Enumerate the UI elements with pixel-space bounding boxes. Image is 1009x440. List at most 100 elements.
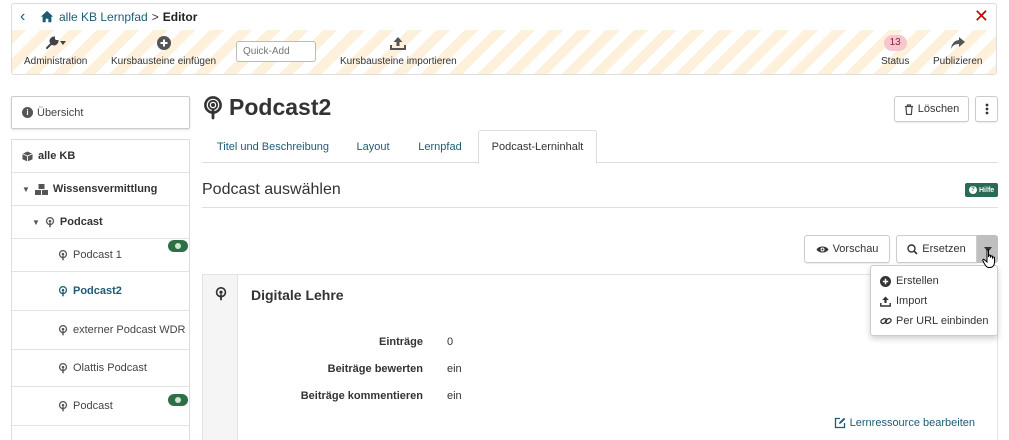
caret-down-icon[interactable]: ▼ bbox=[32, 218, 40, 227]
rate-posts-label: Beiträge bewerten bbox=[327, 363, 423, 375]
replace-dropdown-menu: Erstellen Import Per URL einbinden bbox=[870, 265, 998, 336]
tab-layout[interactable]: Layout bbox=[344, 130, 402, 163]
tree-item-label: alle KB bbox=[38, 150, 76, 162]
tree-item-label: Olattis Podcast bbox=[73, 362, 147, 374]
publish-button[interactable]: Publizieren bbox=[933, 34, 982, 67]
edit-resource-label: Lernressource bearbeiten bbox=[849, 417, 975, 429]
tab-bar: Titel und Beschreibung Layout Lernpfad P… bbox=[202, 130, 998, 164]
menu-item-label: Per URL einbinden bbox=[896, 315, 989, 327]
home-icon[interactable] bbox=[40, 10, 54, 24]
breadcrumb-course-link[interactable]: alle KB Lernpfad bbox=[59, 10, 148, 24]
sidebar-overview-label: Übersicht bbox=[37, 106, 84, 119]
plus-circle-icon bbox=[880, 275, 891, 287]
tree-item-label: externer Podcast WDR bbox=[73, 324, 186, 336]
cubes-icon bbox=[34, 183, 48, 195]
hand-cursor-icon bbox=[982, 249, 995, 268]
podcast-icon bbox=[215, 287, 227, 301]
wrench-icon bbox=[45, 36, 66, 49]
help-button[interactable]: ? Hilfe bbox=[965, 183, 999, 197]
status-count-badge: 13 bbox=[883, 35, 907, 51]
tree-item-podcast[interactable]: Podcast bbox=[12, 387, 189, 426]
search-icon bbox=[907, 243, 918, 255]
replace-label: Ersetzen bbox=[922, 243, 966, 255]
menu-item-label: Erstellen bbox=[896, 275, 939, 287]
menu-item-label: Import bbox=[896, 295, 928, 307]
editor-bar: ‹ alle KB Lernpfad > Editor ✕ Administra… bbox=[11, 3, 997, 75]
preview-label: Vorschau bbox=[832, 243, 879, 255]
caret-down-icon[interactable]: ▼ bbox=[22, 185, 30, 194]
tree-item-wissensvermittlung[interactable]: ▼ Wissensvermittlung bbox=[12, 173, 189, 206]
delete-label: Löschen bbox=[917, 103, 960, 115]
help-label: Hilfe bbox=[979, 186, 995, 194]
podcast-icon bbox=[58, 285, 68, 297]
menu-item-import[interactable]: Import bbox=[871, 291, 997, 311]
editor-toolbar: Administration Kursbausteine einfügen Ku… bbox=[12, 30, 996, 74]
section-divider bbox=[202, 207, 998, 208]
podcast-icon bbox=[45, 216, 55, 228]
menu-item-create[interactable]: Erstellen bbox=[871, 271, 997, 291]
publish-label: Publizieren bbox=[933, 56, 983, 67]
breadcrumb: ‹ alle KB Lernpfad > Editor ✕ bbox=[12, 4, 996, 30]
panel-icon-column bbox=[203, 275, 238, 440]
section-title: Podcast auswählen bbox=[202, 181, 341, 198]
import-label: Kursbausteine importieren bbox=[340, 56, 457, 67]
menu-item-embed-url[interactable]: Per URL einbinden bbox=[871, 311, 997, 331]
podcast-icon bbox=[58, 362, 68, 374]
tree-item-label: Podcast2 bbox=[73, 285, 122, 297]
tab-title-description[interactable]: Titel und Beschreibung bbox=[202, 130, 344, 163]
resource-title: Digitale Lehre bbox=[251, 287, 344, 303]
cube-icon bbox=[22, 150, 33, 162]
tab-learning-path[interactable]: Lernpfad bbox=[402, 130, 478, 163]
replace-button[interactable]: Ersetzen bbox=[896, 235, 977, 263]
edit-resource-link[interactable]: Lernressource bearbeiten bbox=[834, 417, 975, 429]
plus-circle-icon bbox=[156, 36, 171, 50]
tree-item-label: Wissensvermittlung bbox=[52, 183, 158, 195]
info-icon: i bbox=[22, 107, 33, 118]
page-title-text: Podcast2 bbox=[229, 94, 332, 120]
tree-item-label: Podcast bbox=[73, 400, 113, 412]
insert-label: Kursbausteine einfügen bbox=[111, 56, 217, 67]
tree-status-badge bbox=[168, 240, 188, 252]
comment-posts-label: Beiträge kommentieren bbox=[300, 390, 423, 402]
trash-icon bbox=[904, 103, 913, 115]
share-arrow-icon bbox=[950, 37, 965, 49]
tree-item-podcast2[interactable]: Podcast2 bbox=[12, 272, 189, 311]
import-course-elements-button[interactable]: Kursbausteine importieren bbox=[340, 34, 457, 67]
insert-course-element-button[interactable]: Kursbausteine einfügen bbox=[111, 34, 216, 67]
administration-button[interactable]: Administration bbox=[24, 34, 87, 67]
back-chevron-icon[interactable]: ‹ bbox=[20, 9, 36, 25]
help-icon: ? bbox=[969, 186, 977, 194]
preview-button[interactable]: Vorschau bbox=[804, 235, 890, 263]
tree-item-podcast-1[interactable]: Podcast 1 bbox=[12, 239, 189, 272]
podcast-icon bbox=[58, 324, 68, 336]
close-icon[interactable]: ✕ bbox=[974, 7, 989, 25]
comment-posts-value: ein bbox=[447, 390, 462, 402]
entries-label: Einträge bbox=[378, 336, 423, 348]
podcast-icon bbox=[58, 249, 68, 261]
breadcrumb-separator: > bbox=[151, 10, 159, 24]
more-options-button[interactable] bbox=[975, 96, 998, 122]
tab-podcast-content[interactable]: Podcast-Lerninhalt bbox=[478, 130, 597, 164]
tree-item-externer-podcast[interactable]: externer Podcast WDR bbox=[12, 311, 189, 350]
upload-icon bbox=[390, 37, 407, 50]
status-label: Status bbox=[881, 56, 910, 67]
edit-icon bbox=[834, 417, 845, 429]
tree-item-olattis-podcast[interactable]: Olattis Podcast bbox=[12, 350, 189, 387]
tree-item-label: Podcast bbox=[59, 216, 103, 228]
upload-icon bbox=[880, 296, 891, 307]
sidebar-overview[interactable]: i Übersicht bbox=[11, 96, 190, 129]
rate-posts-value: ein bbox=[447, 363, 462, 375]
breadcrumb-current: Editor bbox=[162, 10, 198, 24]
podcast-icon bbox=[204, 95, 222, 119]
vertical-ellipsis-icon bbox=[985, 103, 988, 115]
tree-item-root[interactable]: alle KB bbox=[12, 140, 189, 173]
tree-item-podcast-folder[interactable]: ▼ Podcast bbox=[12, 206, 189, 239]
delete-button[interactable]: Löschen bbox=[894, 96, 969, 122]
entries-value: 0 bbox=[447, 336, 454, 348]
course-tree: alle KB ▼ Wissensvermittlung ▼ Podcast P… bbox=[11, 139, 190, 440]
administration-label: Administration bbox=[24, 56, 88, 67]
status-button[interactable]: 13 Status bbox=[881, 34, 909, 67]
tree-status-badge bbox=[168, 394, 188, 406]
quick-add-input[interactable] bbox=[236, 41, 316, 62]
podcast-icon bbox=[58, 400, 68, 412]
